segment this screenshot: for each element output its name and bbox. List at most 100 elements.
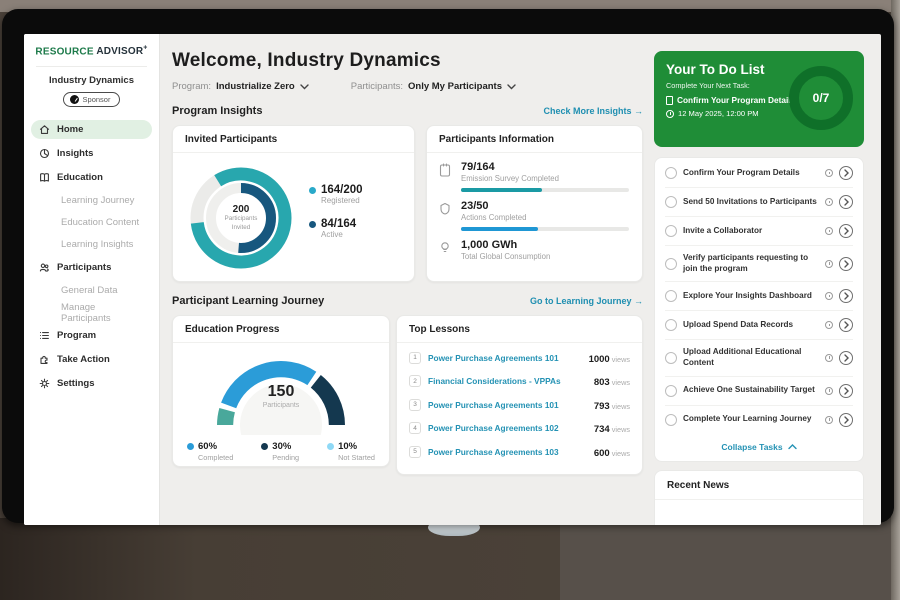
task-open-button[interactable] (839, 195, 853, 209)
lesson-link[interactable]: Power Purchase Agreements 101 (428, 353, 582, 363)
dashboard-screen: RESOURCE ADVISOR+ Industry Dynamics Spon… (24, 34, 881, 525)
participants-information-card: Participants Information 79/164 Emission… (426, 125, 643, 282)
task-open-button[interactable] (839, 257, 853, 271)
room-background-bottom-right (560, 518, 900, 600)
task-row: Verify participants requesting to join t… (665, 246, 853, 282)
invited-participants-card: Invited Participants 200 Participants In… (172, 125, 415, 282)
home-icon (39, 124, 50, 135)
clock-icon (825, 416, 833, 424)
program-dropdown[interactable]: Program: Industrialize Zero (172, 81, 309, 92)
task-open-button[interactable] (839, 289, 853, 303)
not-started-dot (327, 443, 334, 450)
lesson-row: 1 Power Purchase Agreements 101 1000 vie… (397, 343, 642, 367)
todo-tasks-card: Confirm Your Program Details Send 50 Inv… (654, 157, 864, 462)
filters-bar: Program: Industrialize Zero Participants… (172, 81, 655, 92)
collapse-tasks-link[interactable]: Collapse Tasks (665, 434, 853, 461)
sidebar-item-manage-participants[interactable]: Manage Participants (31, 304, 152, 321)
pending-dot (261, 443, 268, 450)
sidebar-item-learning-journey[interactable]: Learning Journey (31, 192, 152, 209)
sidebar-item-learning-insights[interactable]: Learning Insights (31, 236, 152, 253)
task-checkbox[interactable] (665, 319, 677, 331)
task-checkbox[interactable] (665, 385, 677, 397)
chevron-down-icon (507, 84, 516, 90)
participants-dropdown[interactable]: Participants: Only My Participants (351, 81, 516, 92)
task-row: Explore Your Insights Dashboard (665, 282, 853, 311)
sidebar-item-take-action[interactable]: Take Action (31, 350, 152, 369)
section-title: Participant Learning Journey (172, 295, 324, 307)
due-date: 12 May 2025, 12:00 PM (678, 109, 759, 118)
learning-journey-header: Participant Learning Journey Go to Learn… (172, 295, 643, 307)
learning-cards-row: Education Progress 150 Participants (172, 315, 655, 475)
emission-survey-row: 79/164 Emission Survey Completed (427, 153, 642, 192)
task-open-button[interactable] (839, 384, 853, 398)
task-open-button[interactable] (839, 318, 853, 332)
task-checkbox[interactable] (665, 167, 677, 179)
program-label: Program: (172, 81, 211, 92)
sidebar-item-home[interactable]: Home (31, 120, 152, 139)
actions-completed-row: 23/50 Actions Completed (427, 192, 642, 231)
logo-resource: RESOURCE (35, 46, 93, 57)
sidebar-menu: Home Insights Education Learning Journey… (24, 120, 159, 393)
completed-dot (187, 443, 194, 450)
sidebar-item-education-content[interactable]: Education Content (31, 214, 152, 231)
task-open-button[interactable] (839, 413, 853, 427)
gauge-center-label: Participants (206, 402, 356, 409)
clock-icon (666, 110, 674, 118)
sidebar: RESOURCE ADVISOR+ Industry Dynamics Spon… (24, 34, 160, 525)
lightbulb-icon (439, 239, 452, 261)
actions-progress-bar (461, 227, 629, 231)
app-logo: RESOURCE ADVISOR+ (24, 34, 159, 57)
sidebar-item-general-data[interactable]: General Data (31, 282, 152, 299)
card-title: Education Progress (173, 316, 389, 343)
next-task-label: Confirm Your Program Details (677, 95, 795, 105)
card-title: Top Lessons (397, 316, 642, 343)
lesson-row: 5 Power Purchase Agreements 103 600 view… (397, 437, 642, 461)
task-checkbox[interactable] (665, 290, 677, 302)
task-checkbox[interactable] (665, 352, 677, 364)
book-icon (39, 172, 50, 183)
monitor-bezel: RESOURCE ADVISOR+ Industry Dynamics Spon… (2, 9, 894, 523)
lesson-row: 4 Power Purchase Agreements 102 734 view… (397, 414, 642, 438)
program-insights-header: Program Insights Check More Insights → (172, 105, 643, 117)
lesson-link[interactable]: Financial Considerations - VPPAs (428, 376, 587, 386)
sidebar-item-program[interactable]: Program (31, 326, 152, 345)
gauge-legend: 60% Completed 30% Pending 10% Not Starte… (173, 435, 389, 462)
task-checkbox[interactable] (665, 414, 677, 426)
actions-icon (439, 200, 452, 231)
task-open-button[interactable] (839, 351, 853, 365)
clock-icon (825, 354, 833, 362)
sponsor-icon (70, 95, 79, 104)
task-open-button[interactable] (839, 224, 853, 238)
card-title: Participants Information (427, 126, 642, 153)
donut-legend: 164/200 Registered 84/164 Active (309, 184, 363, 252)
go-to-learning-journey-link[interactable]: Go to Learning Journey → (530, 296, 643, 306)
program-value: Industrialize Zero (216, 81, 295, 92)
registered-dot (309, 187, 316, 194)
task-checkbox[interactable] (665, 225, 677, 237)
donut-center-value: 200 (233, 204, 250, 215)
emission-progress-bar (461, 188, 629, 192)
task-row: Upload Spend Data Records (665, 311, 853, 340)
sidebar-item-insights[interactable]: Insights (31, 144, 152, 163)
task-checkbox[interactable] (665, 258, 677, 270)
task-checkbox[interactable] (665, 196, 677, 208)
check-more-insights-link[interactable]: Check More Insights → (543, 106, 643, 116)
todo-summary-card: Your To Do List Complete Your Next Task:… (654, 51, 864, 147)
lesson-link[interactable]: Power Purchase Agreements 102 (428, 423, 587, 433)
lesson-link[interactable]: Power Purchase Agreements 103 (428, 447, 587, 457)
card-title: Invited Participants (173, 126, 414, 153)
chevron-up-icon (788, 444, 797, 450)
sidebar-item-participants[interactable]: Participants (31, 258, 152, 277)
participants-label: Participants: (351, 81, 403, 92)
sponsor-label: Sponsor (83, 95, 111, 104)
todo-column: Your To Do List Complete Your Next Task:… (654, 51, 864, 525)
lesson-link[interactable]: Power Purchase Agreements 101 (428, 400, 587, 410)
task-open-button[interactable] (839, 166, 853, 180)
task-row: Complete Your Learning Journey (665, 406, 853, 434)
consumption-row: 1,000 GWh Total Global Consumption (427, 231, 642, 261)
participants-value: Only My Participants (408, 81, 502, 92)
sidebar-item-settings[interactable]: Settings (31, 374, 152, 393)
gauge-center-value: 150 (268, 383, 295, 400)
task-row: Upload Additional Educational Content (665, 340, 853, 376)
sidebar-item-education[interactable]: Education (31, 168, 152, 187)
